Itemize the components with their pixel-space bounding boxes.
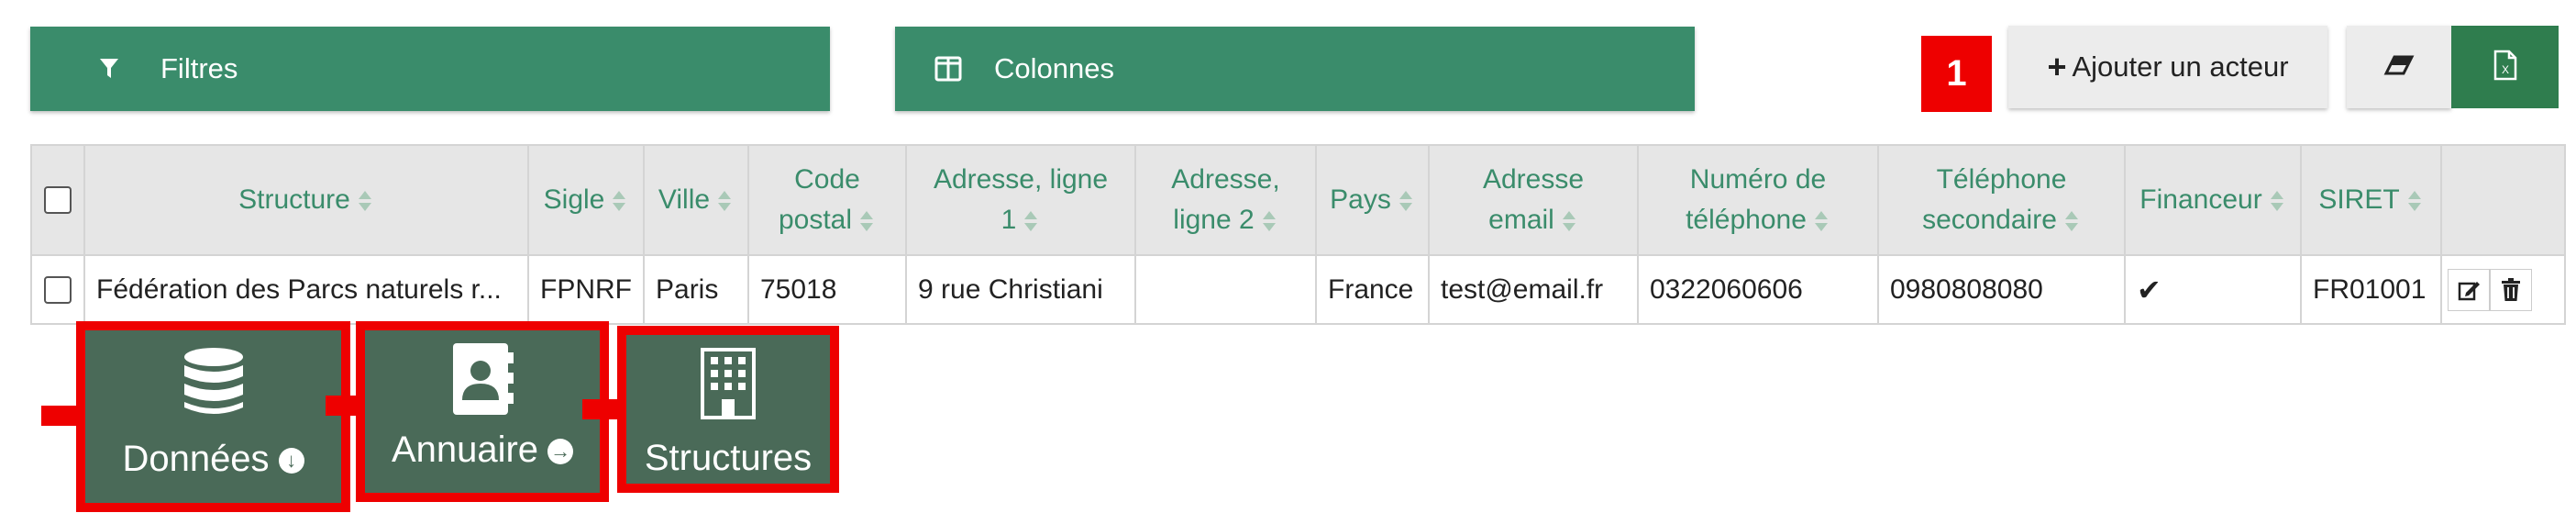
svg-text:X: X	[2501, 63, 2508, 76]
column-header-financeur[interactable]: Financeur	[2124, 144, 2302, 256]
sort-icon	[2270, 191, 2283, 212]
sort-icon	[1262, 211, 1276, 232]
cell-adresse-1: 9 rue Christiani	[905, 254, 1136, 325]
add-actor-button[interactable]: + Ajouter un acteur	[2008, 26, 2327, 108]
select-all-header[interactable]	[30, 144, 85, 256]
address-book-icon	[453, 343, 514, 415]
actors-table: Structure Sigle Ville Code postal Adresse…	[30, 144, 2566, 325]
sort-icon	[613, 191, 626, 212]
table-header-row: Structure Sigle Ville Code postal Adresse…	[30, 144, 2566, 256]
filters-label: Filtres	[160, 52, 238, 84]
step-badge: 1	[1921, 36, 1992, 112]
columns-icon	[930, 50, 967, 87]
sort-icon	[1024, 211, 1038, 232]
check-icon: ✔	[2137, 273, 2161, 307]
cell-siret: FR01001	[2300, 254, 2442, 325]
column-header-email[interactable]: Adresse email	[1428, 144, 1639, 256]
edit-button[interactable]	[2448, 268, 2490, 311]
column-header-sigle[interactable]: Sigle	[527, 144, 645, 256]
cell-telephone: 0322060606	[1637, 254, 1879, 325]
trash-icon	[2502, 277, 2520, 301]
circle-arrow-down-icon: ↓	[278, 448, 304, 474]
filter-icon	[91, 50, 127, 87]
cell-sigle: FPNRF	[527, 254, 645, 325]
sort-icon	[2064, 211, 2078, 232]
row-checkbox[interactable]	[44, 275, 72, 304]
column-header-code-postal[interactable]: Code postal	[747, 144, 907, 256]
add-actor-label: Ajouter un acteur	[2072, 50, 2289, 83]
row-select-cell[interactable]	[30, 254, 85, 325]
eraser-icon	[2383, 54, 2415, 81]
filters-button[interactable]: Filtres	[30, 27, 830, 111]
column-header-adresse-1[interactable]: Adresse, ligne 1	[905, 144, 1136, 256]
table-row: Fédération des Parcs naturels r... FPNRF…	[30, 254, 2566, 325]
cell-adresse-2	[1134, 254, 1317, 325]
sort-icon	[1562, 211, 1575, 232]
sort-icon	[860, 211, 874, 232]
nav-tile-annuaire[interactable]: Annuaire →	[356, 321, 609, 502]
cell-telephone-secondaire: 0980808080	[1877, 254, 2126, 325]
plus-icon: +	[2047, 48, 2067, 85]
sort-icon	[2407, 191, 2421, 212]
columns-button[interactable]: Colonnes	[895, 27, 1695, 111]
circle-arrow-right-icon: →	[547, 439, 574, 465]
cell-pays: France	[1315, 254, 1430, 325]
nav-tile-donnees[interactable]: Données ↓	[76, 321, 350, 512]
cell-financeur: ✔	[2124, 254, 2302, 325]
columns-label: Colonnes	[994, 52, 1114, 84]
column-header-siret[interactable]: SIRET	[2300, 144, 2442, 256]
nav-label-structures: Structures	[644, 438, 813, 478]
edit-icon	[2458, 281, 2480, 300]
nav-label-annuaire: Annuaire	[391, 429, 539, 470]
sort-icon	[718, 191, 732, 212]
select-all-checkbox[interactable]	[44, 186, 72, 214]
excel-export-button[interactable]: X	[2451, 26, 2559, 108]
cell-structure[interactable]: Fédération des Parcs naturels r...	[83, 254, 529, 325]
excel-export-icon: X	[2493, 50, 2517, 85]
column-header-ville[interactable]: Ville	[643, 144, 749, 256]
nav-tile-structures[interactable]: Structures	[617, 326, 839, 493]
column-header-adresse-2[interactable]: Adresse, ligne 2	[1134, 144, 1317, 256]
column-header-structure[interactable]: Structure	[83, 144, 529, 256]
delete-button[interactable]	[2490, 268, 2532, 311]
column-header-telephone-secondaire[interactable]: Téléphone secondaire	[1877, 144, 2126, 256]
cell-ville: Paris	[643, 254, 749, 325]
cell-code-postal: 75018	[747, 254, 907, 325]
column-header-actions	[2440, 144, 2566, 256]
cell-email: test@email.fr	[1428, 254, 1639, 325]
sort-icon	[1814, 211, 1828, 232]
column-header-telephone[interactable]: Numéro de téléphone	[1637, 144, 1879, 256]
clear-filters-button[interactable]	[2347, 26, 2451, 108]
nav-label-donnees: Données	[122, 439, 270, 479]
sort-icon	[358, 191, 371, 212]
database-icon	[183, 348, 243, 414]
column-header-pays[interactable]: Pays	[1315, 144, 1430, 256]
cell-actions	[2440, 254, 2566, 325]
sort-icon	[1399, 191, 1412, 212]
building-icon	[701, 348, 756, 419]
